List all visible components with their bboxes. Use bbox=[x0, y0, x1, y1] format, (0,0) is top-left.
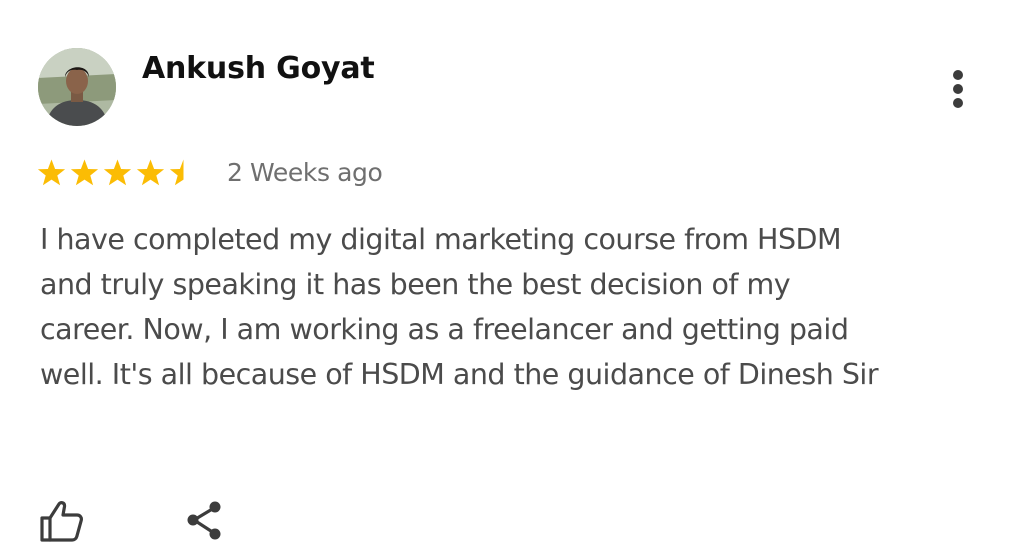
share-icon bbox=[187, 501, 221, 540]
share-button[interactable] bbox=[184, 498, 228, 544]
review-text-line: I have completed my digital marketing co… bbox=[40, 223, 842, 256]
star-icon bbox=[103, 159, 132, 185]
star-icon bbox=[136, 159, 165, 185]
rating-row: 2 Weeks ago bbox=[36, 152, 383, 192]
author-name[interactable]: Ankush Goyat bbox=[142, 50, 375, 88]
more-options-button[interactable] bbox=[940, 66, 976, 112]
avatar[interactable] bbox=[38, 48, 116, 126]
review-text-line: career. Now, I am working as a freelance… bbox=[40, 313, 849, 346]
star-icon bbox=[37, 159, 66, 185]
review-text-line: well. It's all because of HSDM and the g… bbox=[40, 358, 879, 391]
review-text-line: and truly speaking it has been the best … bbox=[40, 268, 791, 301]
review-text: I have completed my digital marketing co… bbox=[40, 217, 1000, 397]
star-icon bbox=[169, 159, 198, 185]
more-vertical-icon bbox=[953, 70, 963, 108]
star-icon bbox=[70, 159, 99, 185]
like-button[interactable] bbox=[38, 498, 86, 544]
thumbs-up-icon bbox=[40, 501, 83, 542]
star-rating bbox=[36, 158, 199, 187]
review-time: 2 Weeks ago bbox=[227, 157, 383, 187]
